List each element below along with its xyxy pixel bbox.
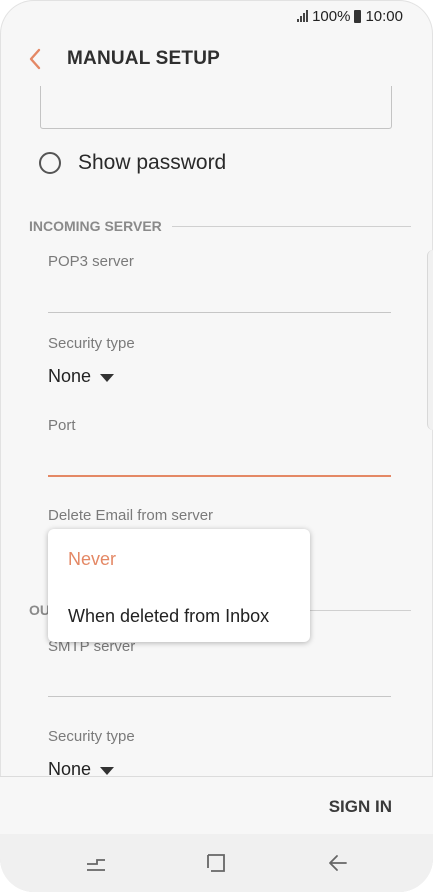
phone-frame: 100% 10:00 MANUAL SETUP Show password IN… — [0, 0, 433, 892]
clock: 10:00 — [365, 7, 403, 25]
option-never[interactable]: Never — [68, 549, 116, 570]
back-arrow-icon — [329, 855, 347, 871]
status-bar: 100% 10:00 — [0, 0, 433, 32]
dropdown-arrow-icon — [100, 373, 115, 382]
back-button[interactable] — [22, 46, 48, 72]
divider — [171, 225, 411, 227]
recents-icon — [87, 859, 105, 871]
chevron-left-icon — [29, 48, 41, 70]
port-input[interactable] — [48, 475, 391, 477]
option-when-deleted-from-inbox[interactable]: When deleted from Inbox — [68, 606, 269, 627]
pop3-server-input[interactable] — [48, 312, 391, 313]
port-label: Port — [48, 417, 76, 434]
security-type-label: Security type — [48, 335, 135, 352]
page-title: MANUAL SETUP — [67, 48, 220, 69]
outgoing-security-type-label: Security type — [48, 728, 135, 745]
show-password-label: Show password — [78, 151, 227, 174]
section-title: INCOMING SERVER — [29, 218, 162, 234]
home-icon — [207, 854, 225, 872]
navigation-bar — [0, 834, 433, 892]
password-input[interactable] — [40, 86, 392, 129]
sign-in-button[interactable]: SIGN IN — [329, 797, 392, 817]
incoming-security-type-select[interactable]: None — [48, 366, 115, 387]
section-title-partial: OU — [29, 602, 50, 618]
pop3-server-label: POP3 server — [48, 253, 134, 270]
show-password-option[interactable]: Show password — [39, 151, 226, 175]
delete-email-label: Delete Email from server — [48, 507, 214, 524]
delete-email-dropdown: Never When deleted from Inbox — [48, 529, 310, 642]
recents-button[interactable] — [83, 850, 109, 876]
nav-back-button[interactable] — [326, 850, 352, 876]
incoming-server-header: INCOMING SERVER — [29, 218, 411, 234]
bottom-action-bar: SIGN IN — [0, 776, 433, 835]
dropdown-arrow-icon — [100, 766, 115, 775]
security-type-value: None — [48, 366, 92, 386]
smtp-server-input[interactable] — [48, 696, 391, 697]
signal-icon — [297, 10, 309, 22]
screen-edge — [427, 250, 433, 430]
battery-icon — [354, 9, 362, 23]
app-bar: MANUAL SETUP — [0, 32, 433, 86]
show-password-radio[interactable] — [39, 152, 61, 174]
home-button[interactable] — [203, 850, 229, 876]
battery-percent: 100% — [312, 7, 351, 25]
